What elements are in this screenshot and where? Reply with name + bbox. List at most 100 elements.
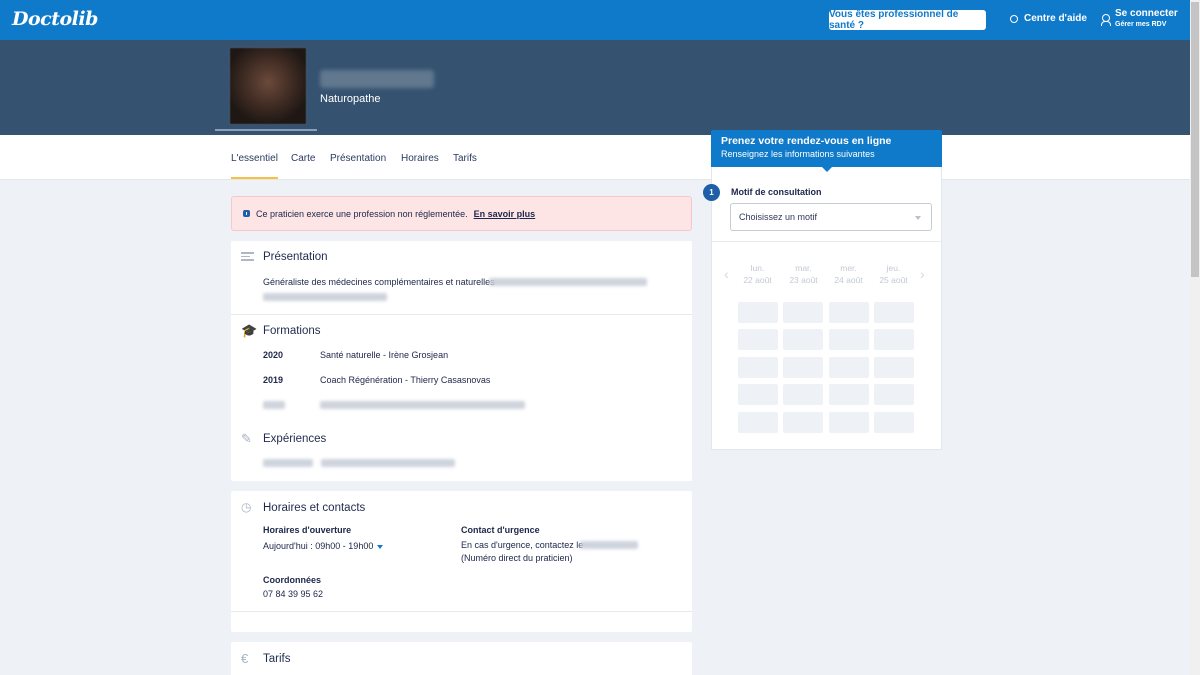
formation-year-blurred — [263, 401, 285, 409]
clock-icon: ◷ — [241, 500, 252, 514]
time-slot-placeholder — [874, 357, 914, 378]
experience-label-blurred — [321, 459, 455, 467]
hours-title: Horaires et contacts — [263, 502, 366, 514]
time-slot-placeholder — [874, 412, 914, 433]
tarifs-card: € Tarifs — [231, 642, 692, 675]
info-icon — [243, 210, 250, 217]
time-slot-placeholder — [829, 384, 869, 405]
time-slot-placeholder — [783, 357, 823, 378]
formation-year: 2019 — [263, 375, 284, 385]
tab-presentation[interactable]: Présentation — [330, 153, 386, 164]
phone-number[interactable]: 07 84 39 95 62 — [263, 589, 323, 599]
presentation-text-blurred — [489, 278, 647, 286]
pro-button[interactable]: Vous êtes professionnel de santé ? — [829, 9, 986, 31]
time-slot-placeholder — [738, 357, 778, 378]
motif-label: Motif de consultation — [731, 187, 822, 197]
emergency-number-blurred — [580, 541, 638, 549]
day-column-header: mer. 24 août — [826, 262, 871, 286]
login-button[interactable]: Se connecter Gérer mes RDV — [1101, 8, 1178, 28]
time-slot-placeholder — [829, 357, 869, 378]
day-name: mer. — [840, 263, 857, 273]
time-slot-placeholder — [783, 329, 823, 350]
day-column-header: lun. 22 août — [735, 262, 780, 286]
doctor-name-blurred — [320, 70, 434, 88]
time-slot-placeholder — [738, 384, 778, 405]
formation-label: Coach Régénération - Thierry Casasnovas — [320, 375, 491, 385]
time-slot-placeholder — [738, 329, 778, 350]
experience-icon: ✎ — [241, 431, 252, 446]
day-name: jeu. — [886, 263, 901, 273]
help-center-link[interactable]: Centre d'aide — [1010, 13, 1087, 24]
day-date: 23 août — [789, 275, 818, 285]
divider — [231, 314, 692, 315]
motif-select-value: Choisissez un motif — [739, 212, 818, 222]
tab-essentiel[interactable]: L'essentiel — [231, 153, 278, 179]
scrollbar-thumb[interactable] — [1191, 2, 1199, 277]
login-label: Se connecter — [1115, 8, 1178, 19]
time-slot-placeholder — [783, 384, 823, 405]
time-slot-placeholder — [874, 384, 914, 405]
booking-divider — [712, 241, 941, 242]
today-label: Aujourd'hui : — [263, 541, 313, 551]
day-name: mar. — [795, 263, 812, 273]
user-icon — [1101, 14, 1111, 26]
booking-notch — [822, 167, 832, 172]
chevron-down-icon — [915, 216, 921, 220]
day-date: 24 août — [834, 275, 863, 285]
time-slot-placeholder — [829, 329, 869, 350]
euro-icon: € — [241, 651, 249, 666]
hours-contacts-card: ◷ Horaires et contacts Horaires d'ouvert… — [231, 491, 692, 632]
day-date: 22 août — [743, 275, 772, 285]
info-card: Présentation Généraliste des médecines c… — [231, 241, 692, 481]
time-slot-placeholder — [874, 302, 914, 323]
tarifs-title: Tarifs — [263, 653, 291, 665]
day-date: 25 août — [879, 275, 908, 285]
experience-date-blurred — [263, 459, 313, 467]
formation-label-blurred — [320, 401, 525, 409]
manage-appointments-label: Gérer mes RDV — [1115, 21, 1167, 28]
time-slot-placeholder — [783, 412, 823, 433]
chevron-left-icon[interactable]: ‹ — [724, 266, 729, 282]
divider — [231, 611, 692, 612]
help-label: Centre d'aide — [1024, 13, 1087, 24]
time-slot-placeholder — [829, 412, 869, 433]
formations-title: Formations — [263, 325, 321, 337]
time-slot-placeholder — [738, 302, 778, 323]
doctolib-logo[interactable]: Doctolib — [12, 8, 98, 30]
tab-horaires[interactable]: Horaires — [401, 153, 439, 164]
page-scrollbar[interactable] — [1190, 0, 1200, 675]
coordinates-label: Coordonnées — [263, 575, 322, 585]
booking-subtitle: Renseignez les informations suivantes — [721, 149, 875, 159]
day-column-header: jeu. 25 août — [871, 262, 916, 286]
unregulated-profession-alert: Ce praticien exerce une profession non r… — [231, 196, 692, 231]
tab-carte[interactable]: Carte — [291, 153, 315, 164]
doctor-specialty: Naturopathe — [320, 93, 381, 105]
opening-hours-label: Horaires d'ouverture — [263, 525, 352, 535]
step-number: 1 — [703, 184, 720, 201]
time-slot-placeholder — [783, 302, 823, 323]
help-icon — [1010, 14, 1018, 23]
presentation-title: Présentation — [263, 251, 328, 263]
formation-label: Santé naturelle - Irène Grosjean — [320, 350, 449, 360]
day-column-header: mar. 23 août — [781, 262, 826, 286]
tab-tarifs[interactable]: Tarifs — [453, 153, 477, 164]
today-hours[interactable]: Aujourd'hui : 09h00 - 19h00 — [263, 541, 384, 551]
chevron-down-icon — [377, 544, 384, 549]
chevron-right-icon[interactable]: › — [920, 266, 925, 282]
time-slot-placeholder — [874, 329, 914, 350]
profile-band — [0, 40, 1190, 135]
profile-tabs: L'essentiel Carte Présentation Horaires … — [0, 135, 1190, 180]
paragraph-icon — [241, 252, 254, 263]
learn-more-link[interactable]: En savoir plus — [474, 209, 536, 219]
hours-value: 09h00 - 19h00 — [315, 541, 374, 551]
emergency-note: (Numéro direct du praticien) — [461, 553, 573, 563]
motif-select[interactable]: Choisissez un motif — [730, 203, 932, 231]
doctor-avatar — [229, 47, 307, 125]
alert-text: Ce praticien exerce une profession non r… — [256, 208, 468, 219]
time-slot-placeholder — [829, 302, 869, 323]
top-bar: Doctolib Vous êtes professionnel de sant… — [0, 0, 1190, 40]
day-name: lun. — [750, 263, 765, 273]
graduation-cap-icon: 🎓 — [241, 323, 258, 338]
avatar-underline — [215, 129, 317, 131]
formation-year: 2020 — [263, 350, 284, 360]
